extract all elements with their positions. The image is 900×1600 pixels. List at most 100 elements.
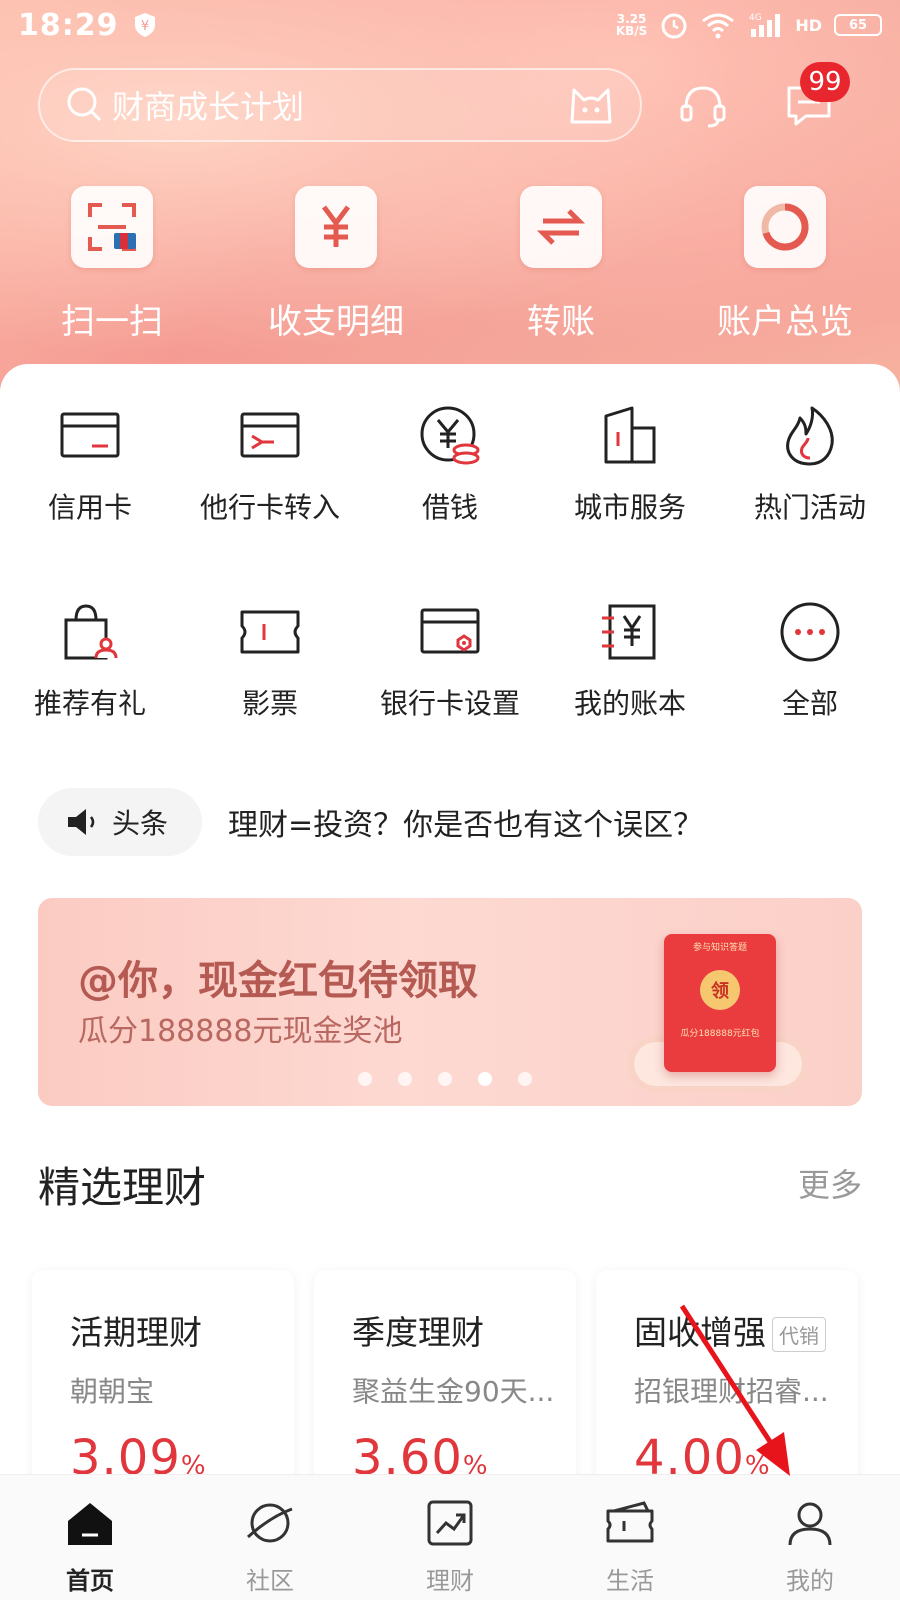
service-loan[interactable]: 借钱 xyxy=(360,404,540,526)
news-headline[interactable]: 理财=投资？你是否也有这个误区？ xyxy=(228,800,703,844)
service-all[interactable]: 全部 xyxy=(720,600,900,722)
service-movie-tickets[interactable]: 影票 xyxy=(180,600,360,722)
credit-card-icon xyxy=(60,412,120,458)
carousel-dot[interactable] xyxy=(398,1072,412,1086)
quick-transfer[interactable]: 转账 xyxy=(466,186,656,343)
carousel-dot[interactable] xyxy=(518,1072,532,1086)
envelope-amount: 瓜分188888元红包 xyxy=(680,1029,760,1039)
search-placeholder: 财商成长计划 xyxy=(112,88,305,126)
service-label: 城市服务 xyxy=(573,491,686,524)
service-label: 热门活动 xyxy=(753,491,866,524)
quick-label: 收支明细 xyxy=(268,302,404,342)
service-label: 信用卡 xyxy=(47,491,132,524)
tab-community[interactable]: 社区 xyxy=(210,1497,330,1596)
flame-icon xyxy=(786,406,834,466)
service-label: 借钱 xyxy=(421,491,478,524)
speaker-icon xyxy=(68,809,95,835)
search-icon xyxy=(67,87,102,122)
net-speed-unit: KB/S xyxy=(615,24,648,38)
carousel-dots xyxy=(358,1072,532,1086)
alarm-icon xyxy=(661,13,687,39)
search-bar[interactable]: 财商成长计划 xyxy=(38,68,642,142)
banner-subtitle: 瓜分188888元现金奖池 xyxy=(78,1014,403,1049)
product-card[interactable]: 季度理财 聚益生金90天... 3.60% xyxy=(314,1270,576,1490)
yen-icon xyxy=(295,186,377,268)
more-link[interactable]: 更多 xyxy=(798,1160,862,1206)
news-tag-label: 头条 xyxy=(112,807,169,840)
carousel-dot-active[interactable] xyxy=(478,1072,492,1086)
status-bar: 18:29 ¥ 3.25 KB/S 4G HD 65 xyxy=(0,0,900,50)
quick-actions: 扫一扫 收支明细 转账 账户总览 xyxy=(0,186,900,342)
quick-label: 转账 xyxy=(527,302,595,342)
quick-scan[interactable]: 扫一扫 xyxy=(17,186,207,343)
shield-icon: ¥ xyxy=(134,13,155,37)
service-label: 推荐有礼 xyxy=(33,687,146,720)
message-badge: 99 xyxy=(800,62,850,102)
service-ledger[interactable]: 我的账本 xyxy=(540,600,720,722)
service-other-bank[interactable]: 他行卡转入 xyxy=(180,404,360,526)
service-label: 银行卡设置 xyxy=(379,687,520,720)
ticket-icon xyxy=(240,610,300,654)
tab-life[interactable]: 生活 xyxy=(570,1497,690,1596)
tab-wealth[interactable]: 理财 xyxy=(390,1497,510,1596)
service-city[interactable]: 城市服务 xyxy=(540,404,720,526)
service-label: 全部 xyxy=(781,687,838,720)
service-referral[interactable]: 推荐有礼 xyxy=(0,600,180,722)
planet-icon xyxy=(246,1503,293,1543)
status-time: 18:29 xyxy=(18,7,119,43)
service-hot-events[interactable]: 热门活动 xyxy=(720,404,900,526)
service-label: 我的账本 xyxy=(573,687,686,720)
service-card-settings[interactable]: 银行卡设置 xyxy=(360,600,540,722)
quick-label: 账户总览 xyxy=(717,302,853,342)
service-credit-card[interactable]: 信用卡 xyxy=(0,404,180,526)
network-speed: 3.25 KB/S xyxy=(616,13,647,37)
product-subtitle: 聚益生金90天... xyxy=(352,1375,555,1408)
news-tag[interactable]: 头条 xyxy=(38,788,202,856)
wifi-icon xyxy=(702,13,735,39)
signal-icon: 4G xyxy=(749,13,781,37)
gift-bag-icon xyxy=(64,604,118,660)
product-name: 活期理财 xyxy=(70,1313,202,1352)
product-name: 季度理财 xyxy=(352,1313,484,1352)
tab-label: 理财 xyxy=(426,1567,474,1595)
battery-indicator: 65 xyxy=(834,14,882,36)
service-label: 影票 xyxy=(241,687,298,720)
more-dots-icon xyxy=(780,602,840,662)
network-type: 4G xyxy=(749,13,762,23)
card-settings-icon xyxy=(420,608,480,654)
home-icon xyxy=(68,1503,112,1545)
trend-chart-icon xyxy=(427,1500,473,1546)
product-card[interactable]: 活期理财 朝朝宝 3.09% xyxy=(32,1270,294,1490)
card-transfer-icon xyxy=(240,412,300,458)
quick-statement[interactable]: 收支明细 xyxy=(241,186,431,343)
promo-banner[interactable]: @你，现金红包待领取 瓜分188888元现金奖池 参与知识答题 领 瓜分1888… xyxy=(38,898,862,1106)
tab-label: 我的 xyxy=(786,1567,834,1595)
hd-indicator: HD xyxy=(795,15,822,35)
building-icon xyxy=(604,406,656,464)
coin-loan-icon xyxy=(420,406,480,465)
svg-text:¥: ¥ xyxy=(140,19,148,34)
user-icon xyxy=(788,1502,832,1546)
section-title: 精选理财 xyxy=(38,1163,207,1212)
tab-label: 首页 xyxy=(66,1567,114,1595)
annotation-arrow xyxy=(679,1304,790,1476)
product-subtitle: 朝朝宝 xyxy=(70,1375,155,1408)
quick-overview[interactable]: 账户总览 xyxy=(690,186,880,343)
tab-home[interactable]: 首页 xyxy=(30,1497,150,1596)
carousel-dot[interactable] xyxy=(358,1072,372,1086)
cat-mascot-icon[interactable] xyxy=(568,84,614,126)
service-label: 他行卡转入 xyxy=(199,491,340,524)
headset-icon[interactable] xyxy=(678,80,728,130)
quick-label: 扫一扫 xyxy=(61,302,163,342)
carousel-dot[interactable] xyxy=(438,1072,452,1086)
transfer-icon xyxy=(520,186,602,268)
envelope-seal: 领 xyxy=(700,970,740,1010)
scan-icon xyxy=(71,186,153,268)
tab-mine[interactable]: 我的 xyxy=(750,1497,870,1596)
envelope-header: 参与知识答题 xyxy=(692,943,747,953)
tab-label: 生活 xyxy=(606,1567,654,1595)
ledger-icon xyxy=(602,604,656,660)
tab-label: 社区 xyxy=(246,1567,294,1595)
ticket-wallet-icon xyxy=(606,1501,654,1543)
banner-title: @你，现金红包待领取 xyxy=(78,958,478,1004)
